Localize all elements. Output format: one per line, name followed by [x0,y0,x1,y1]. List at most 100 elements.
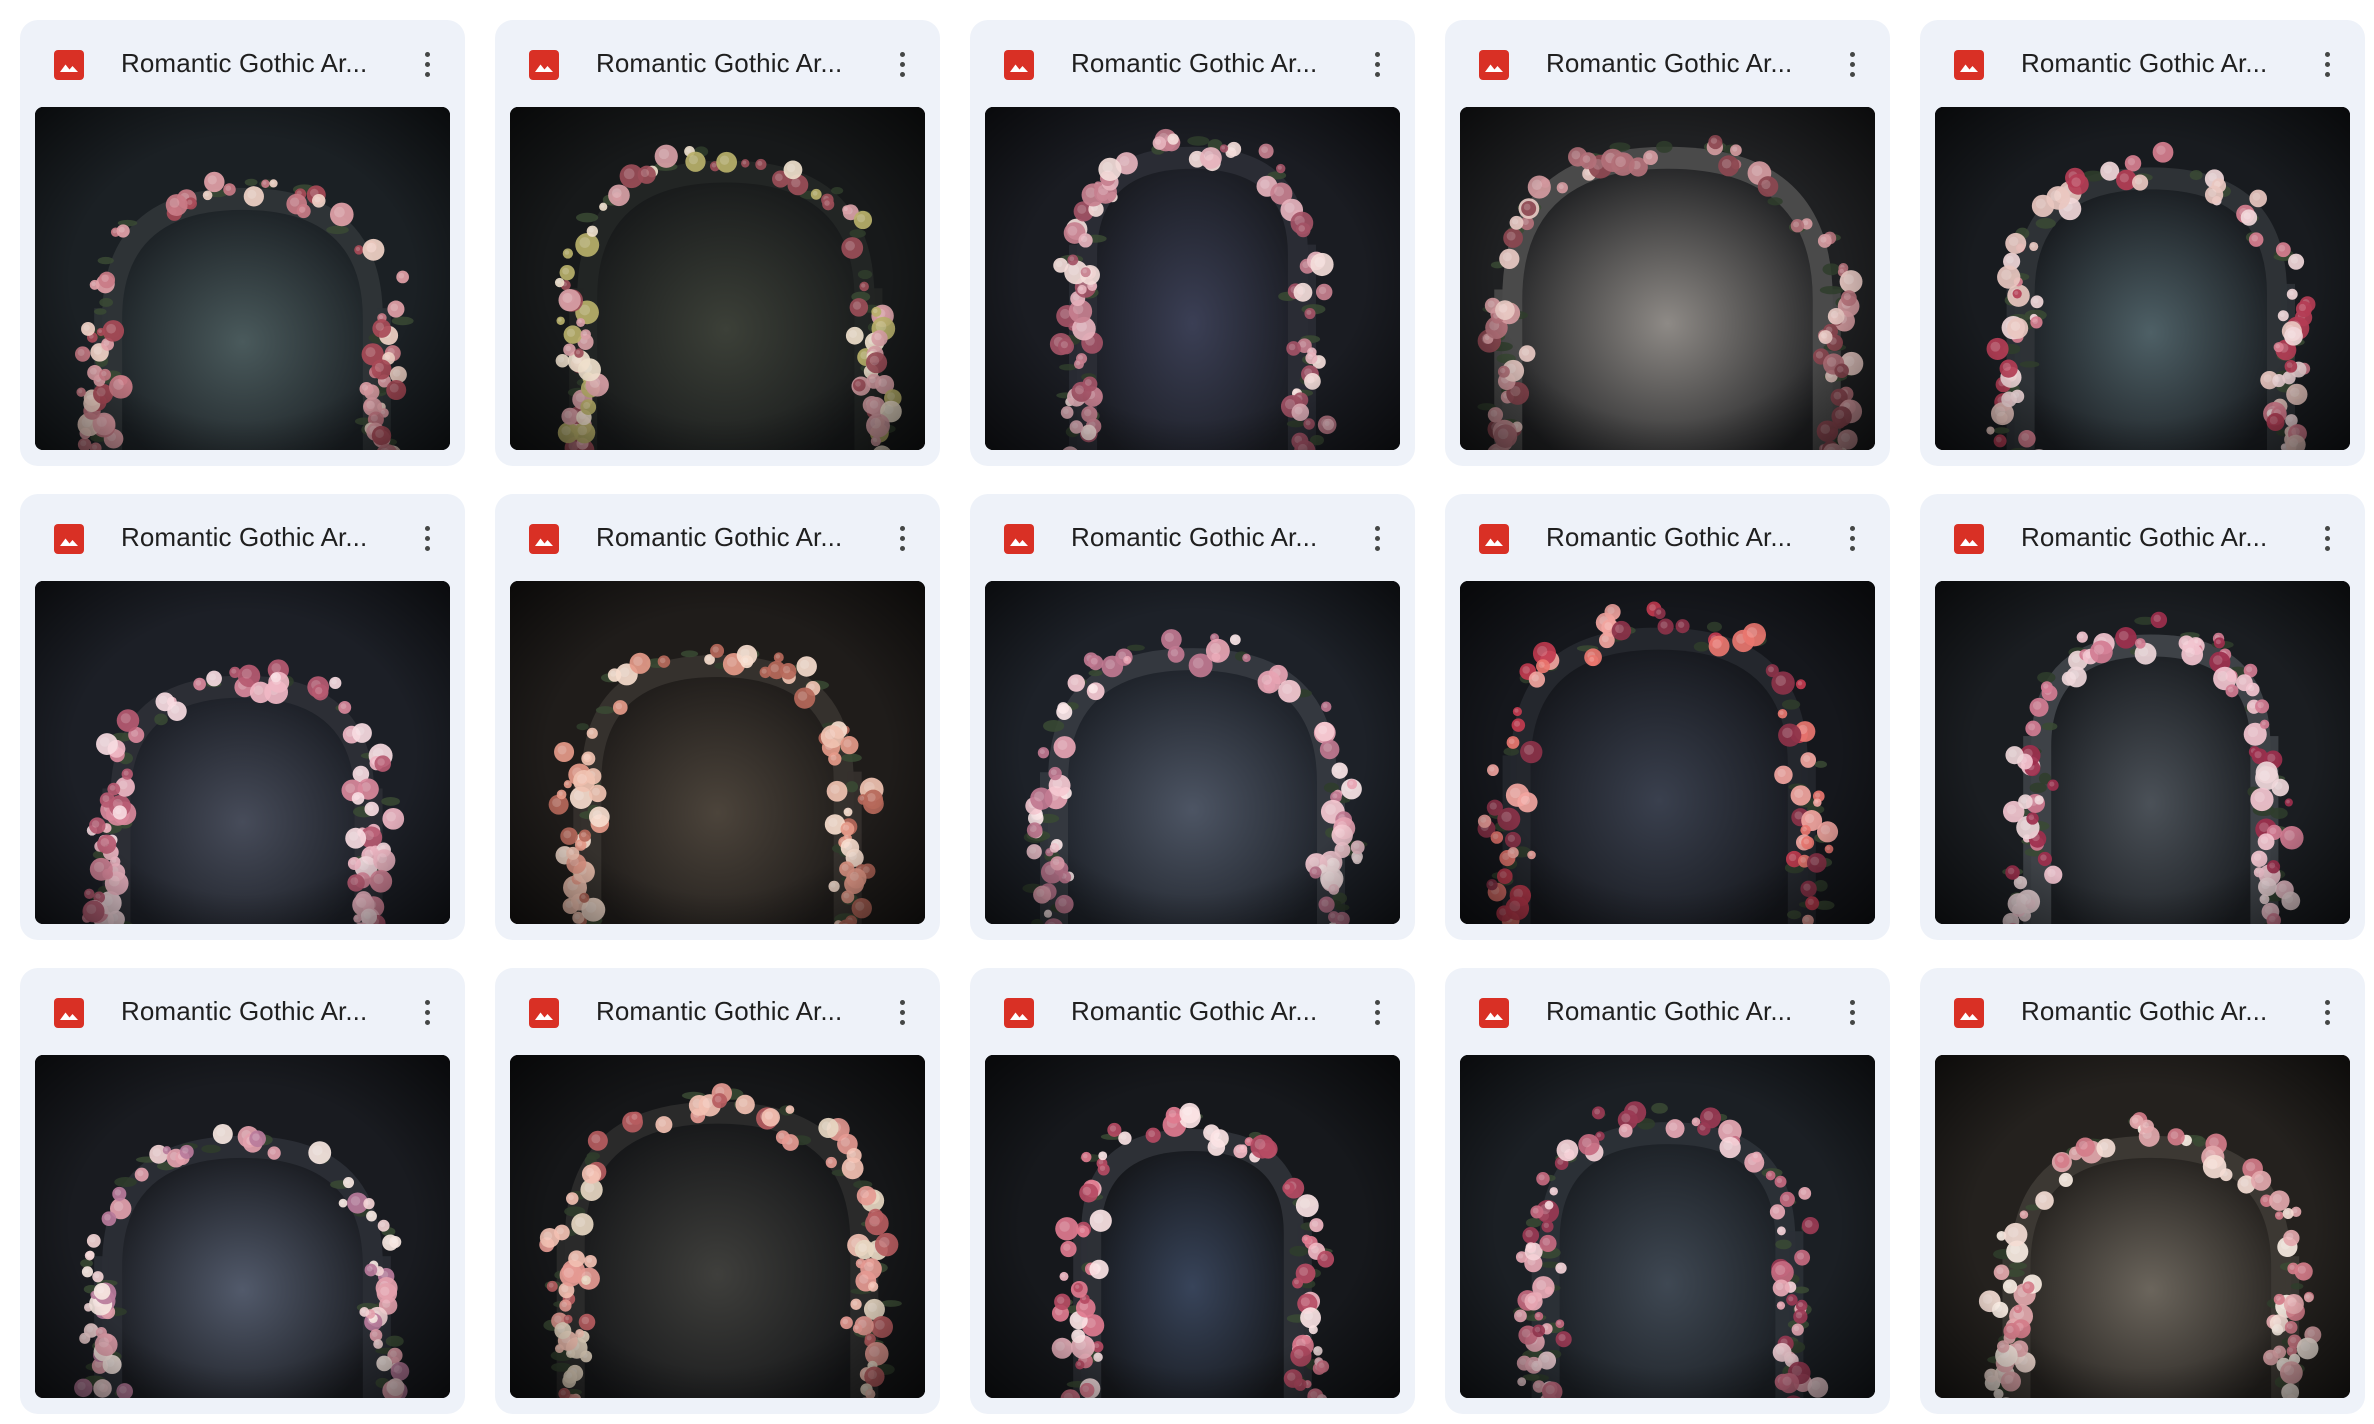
more-vert-icon[interactable] [1353,40,1401,88]
file-card-header: Romantic Gothic Ar... [970,494,1415,580]
file-thumbnail[interactable] [985,581,1400,924]
image-file-icon [1479,998,1509,1028]
file-thumbnail[interactable] [510,581,925,924]
file-name: Romantic Gothic Ar... [1546,48,1793,78]
file-card-header: Romantic Gothic Ar... [1920,20,2365,106]
file-card-header: Romantic Gothic Ar... [1445,20,1890,106]
file-card-header: Romantic Gothic Ar... [970,20,1415,106]
thumbnail-image [985,581,1400,924]
file-card-header: Romantic Gothic Ar... [1920,494,2365,580]
file-thumbnail[interactable] [35,1055,450,1398]
image-file-icon [1004,524,1034,554]
file-card-header: Romantic Gothic Ar... [20,20,465,106]
more-vert-icon[interactable] [2303,514,2351,562]
file-thumbnail[interactable] [1935,107,2350,450]
thumbnail-image [1460,1055,1875,1398]
file-grid: Romantic Gothic Ar... Romantic Gothic Ar… [20,20,2365,1414]
more-vert-icon[interactable] [2303,988,2351,1036]
image-file-icon [1954,524,1984,554]
more-vert-icon[interactable] [878,514,926,562]
file-thumbnail[interactable] [35,107,450,450]
file-card[interactable]: Romantic Gothic Ar... [970,494,1415,940]
file-thumbnail[interactable] [1460,581,1875,924]
file-card[interactable]: Romantic Gothic Ar... [20,494,465,940]
more-vert-icon[interactable] [1828,988,1876,1036]
file-name: Romantic Gothic Ar... [1071,48,1318,78]
file-card[interactable]: Romantic Gothic Ar... [20,20,465,466]
file-card[interactable]: Romantic Gothic Ar... [495,968,940,1414]
file-name: Romantic Gothic Ar... [121,996,368,1026]
image-file-icon [54,998,84,1028]
file-card[interactable]: Romantic Gothic Ar... [1445,20,1890,466]
file-card-header: Romantic Gothic Ar... [495,20,940,106]
image-file-icon [1954,998,1984,1028]
image-file-icon [1004,50,1034,80]
more-vert-icon[interactable] [1353,988,1401,1036]
file-name: Romantic Gothic Ar... [1546,522,1793,552]
more-vert-icon[interactable] [2303,40,2351,88]
file-card-header: Romantic Gothic Ar... [1445,968,1890,1054]
file-card[interactable]: Romantic Gothic Ar... [20,968,465,1414]
thumbnail-image [510,107,925,450]
thumbnail-image [35,581,450,924]
more-vert-icon[interactable] [403,988,451,1036]
file-thumbnail[interactable] [985,107,1400,450]
thumbnail-image [1460,107,1875,450]
image-file-icon [1954,50,1984,80]
file-card-header: Romantic Gothic Ar... [495,968,940,1054]
file-thumbnail[interactable] [985,1055,1400,1398]
thumbnail-image [510,1055,925,1398]
file-card[interactable]: Romantic Gothic Ar... [1445,968,1890,1414]
image-file-icon [54,50,84,80]
file-card[interactable]: Romantic Gothic Ar... [1920,968,2365,1414]
image-file-icon [1479,50,1509,80]
image-file-icon [54,524,84,554]
file-name: Romantic Gothic Ar... [121,522,368,552]
file-name: Romantic Gothic Ar... [596,996,843,1026]
file-name: Romantic Gothic Ar... [596,48,843,78]
file-card-header: Romantic Gothic Ar... [20,494,465,580]
file-thumbnail[interactable] [1935,581,2350,924]
image-file-icon [529,998,559,1028]
thumbnail-image [985,1055,1400,1398]
file-card-header: Romantic Gothic Ar... [20,968,465,1054]
more-vert-icon[interactable] [878,40,926,88]
file-name: Romantic Gothic Ar... [2021,48,2268,78]
file-card[interactable]: Romantic Gothic Ar... [970,968,1415,1414]
thumbnail-image [1935,581,2350,924]
thumbnail-image [35,1055,450,1398]
file-thumbnail[interactable] [1460,1055,1875,1398]
more-vert-icon[interactable] [1353,514,1401,562]
file-card[interactable]: Romantic Gothic Ar... [495,494,940,940]
file-card[interactable]: Romantic Gothic Ar... [970,20,1415,466]
file-card[interactable]: Romantic Gothic Ar... [1920,20,2365,466]
file-name: Romantic Gothic Ar... [2021,996,2268,1026]
file-card-header: Romantic Gothic Ar... [1445,494,1890,580]
thumbnail-image [1460,581,1875,924]
file-thumbnail[interactable] [1935,1055,2350,1398]
image-file-icon [529,50,559,80]
more-vert-icon[interactable] [403,514,451,562]
file-name: Romantic Gothic Ar... [1071,522,1318,552]
more-vert-icon[interactable] [1828,514,1876,562]
image-file-icon [1479,524,1509,554]
file-card[interactable]: Romantic Gothic Ar... [1920,494,2365,940]
file-card[interactable]: Romantic Gothic Ar... [1445,494,1890,940]
more-vert-icon[interactable] [878,988,926,1036]
file-name: Romantic Gothic Ar... [1546,996,1793,1026]
file-card-header: Romantic Gothic Ar... [495,494,940,580]
file-thumbnail[interactable] [510,107,925,450]
more-vert-icon[interactable] [403,40,451,88]
file-thumbnail[interactable] [1460,107,1875,450]
file-card-header: Romantic Gothic Ar... [1920,968,2365,1054]
image-file-icon [1004,998,1034,1028]
image-file-icon [529,524,559,554]
more-vert-icon[interactable] [1828,40,1876,88]
file-thumbnail[interactable] [510,1055,925,1398]
file-name: Romantic Gothic Ar... [121,48,368,78]
file-card[interactable]: Romantic Gothic Ar... [495,20,940,466]
file-thumbnail[interactable] [35,581,450,924]
thumbnail-image [510,581,925,924]
thumbnail-image [1935,1055,2350,1398]
thumbnail-image [1935,107,2350,450]
